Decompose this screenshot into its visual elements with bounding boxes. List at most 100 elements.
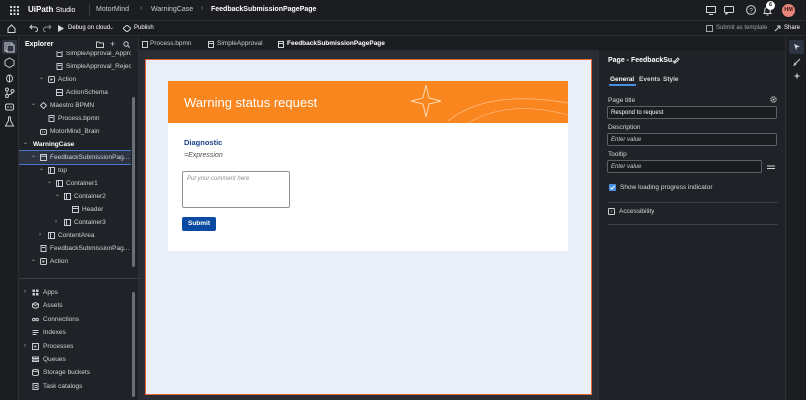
tree-item[interactable]: ⌄ FeedbackSubmissionPag... xyxy=(19,150,131,165)
package-icon[interactable] xyxy=(4,57,15,68)
explorer-tree: SimpleApproval_Approval... SimpleApproval… xyxy=(19,51,131,277)
resource-item[interactable]: Storage buckets xyxy=(19,366,131,379)
tab-events[interactable]: Events xyxy=(639,76,660,83)
page-title-value: Respond to request xyxy=(611,110,664,116)
loading-checkbox[interactable] xyxy=(609,184,616,191)
edit-pencil-icon[interactable] xyxy=(673,57,680,64)
tree-item[interactable]: Header xyxy=(19,203,131,216)
chevron-right-icon[interactable]: › xyxy=(24,289,26,295)
undo-icon[interactable] xyxy=(29,24,38,32)
resources-scrollbar[interactable] xyxy=(132,292,135,397)
cursor-icon[interactable] xyxy=(793,43,801,51)
sparkle-icon[interactable] xyxy=(793,72,801,80)
apps-grid-icon[interactable] xyxy=(10,6,19,15)
search-icon[interactable] xyxy=(123,41,130,48)
chevron-down-icon[interactable]: ⌄ xyxy=(31,100,36,107)
tree-item[interactable]: ⌄ Action xyxy=(19,255,131,268)
bpmn-icon xyxy=(40,102,47,109)
chevron-right-icon[interactable]: › xyxy=(55,219,57,225)
share-button[interactable]: Share xyxy=(774,23,804,34)
explorer-tree-scrollbar[interactable] xyxy=(132,97,135,267)
chevron-down-icon[interactable]: ⌄ xyxy=(39,74,44,81)
breadcrumb-separator: › xyxy=(201,5,204,12)
chevron-down-icon[interactable]: ⌄ xyxy=(31,152,36,159)
redo-icon[interactable] xyxy=(43,24,52,32)
tree-item-label: top xyxy=(58,167,68,174)
tab-process-bpmn[interactable]: Process.bpmn xyxy=(139,37,203,51)
tab-general[interactable]: General xyxy=(610,76,634,83)
resource-item[interactable]: › Processes xyxy=(19,340,131,353)
tree-item[interactable]: ⌄ Action xyxy=(19,73,131,86)
expression-editor-icon[interactable] xyxy=(767,164,775,170)
brush-icon[interactable] xyxy=(793,58,801,66)
preview-header[interactable]: Warning status request xyxy=(168,81,568,123)
resource-item-label: Task catalogs xyxy=(43,382,83,390)
submit-as-template-button[interactable]: Submit as template xyxy=(706,23,770,34)
home-icon[interactable] xyxy=(7,24,16,33)
tree-item[interactable]: MotorMind_Brain xyxy=(19,125,131,138)
chevron-right-icon[interactable]: › xyxy=(24,343,26,349)
description-input[interactable]: Enter value xyxy=(607,133,777,146)
resource-item-label: Connections xyxy=(43,315,80,323)
comment-textarea[interactable]: Put your comment here xyxy=(182,171,290,208)
publish-button[interactable]: Publish xyxy=(121,23,159,34)
help-icon[interactable]: ? xyxy=(746,5,756,15)
resource-item[interactable]: Connections xyxy=(19,313,131,326)
chat-icon[interactable] xyxy=(724,6,734,15)
tab-style[interactable]: Style xyxy=(663,76,679,83)
tree-item-label: WarningCase xyxy=(33,141,75,148)
app-logo: UiPath Studio xyxy=(28,5,75,14)
source-control-icon[interactable] xyxy=(4,87,15,98)
settings-gear-icon[interactable] xyxy=(770,96,777,103)
tab-simple-approval[interactable]: SimpleApproval xyxy=(205,37,273,51)
add-icon[interactable]: + xyxy=(110,39,115,49)
tree-item[interactable]: ⌄ top xyxy=(19,164,131,177)
resource-item-label: Indexes xyxy=(43,329,66,337)
resource-item[interactable]: › Apps xyxy=(19,286,131,299)
chevron-down-icon[interactable]: ⌄ xyxy=(109,24,114,31)
resource-item[interactable]: Assets xyxy=(19,299,131,312)
tree-item[interactable]: Process.bpmn xyxy=(19,112,131,125)
new-folder-icon[interactable] xyxy=(96,41,104,48)
tree-item[interactable]: › ContentArea xyxy=(19,229,131,242)
page-file-icon xyxy=(278,41,284,48)
user-avatar[interactable]: HM xyxy=(782,4,795,17)
tab-feedback-submission-page[interactable]: FeedbackSubmissionPagePage xyxy=(275,37,387,51)
tree-item[interactable]: SimpleApproval_Approval... xyxy=(19,51,131,60)
breadcrumb-current[interactable]: FeedbackSubmissionPagePage xyxy=(211,6,316,13)
files-icon[interactable] xyxy=(4,42,15,53)
tree-item[interactable]: SimpleApproval_RejectB... xyxy=(19,60,131,73)
tree-item[interactable]: ⌄ Maestro BPMN xyxy=(19,99,131,112)
breadcrumb-folder[interactable]: WarningCase xyxy=(151,6,193,13)
debug-rail-icon[interactable] xyxy=(4,72,15,83)
chevron-down-icon[interactable]: ⌄ xyxy=(55,191,60,198)
monitor-icon[interactable] xyxy=(706,6,716,15)
accessibility-section[interactable]: › Accessibility xyxy=(608,207,778,218)
submit-button[interactable]: Submit xyxy=(182,217,216,231)
chevron-down-icon[interactable]: ⌄ xyxy=(23,139,28,146)
diagnostic-label: Diagnostic xyxy=(184,138,223,147)
tree-item-label: Action xyxy=(50,258,69,265)
chevron-down-icon[interactable]: ⌄ xyxy=(39,165,44,172)
tree-item[interactable]: ActionSchema xyxy=(19,86,131,99)
debug-button[interactable]: Debug on cloud ⌄ xyxy=(55,23,117,34)
tree-item[interactable]: ⌄ Container2 xyxy=(19,190,131,203)
page-title-input[interactable]: Respond to request xyxy=(607,106,777,119)
robot-icon[interactable] xyxy=(4,101,15,112)
tree-item[interactable]: › Container3 xyxy=(19,216,131,229)
tree-item[interactable]: ⌄ Container1 xyxy=(19,177,131,190)
explorer-divider[interactable] xyxy=(19,278,139,279)
resource-item[interactable]: Indexes xyxy=(19,326,131,339)
breadcrumb-project[interactable]: MotorMind xyxy=(96,6,129,13)
tooltip-input[interactable]: Enter value xyxy=(607,160,762,173)
tree-item[interactable]: FeedbackSubmissionPag... xyxy=(19,242,131,255)
chevron-down-icon[interactable]: ⌄ xyxy=(31,256,36,263)
flask-icon[interactable] xyxy=(4,116,15,127)
play-icon xyxy=(58,25,64,32)
chevron-down-icon[interactable]: ⌄ xyxy=(47,178,52,185)
resource-item-label: Assets xyxy=(43,302,63,310)
chevron-right-icon[interactable]: › xyxy=(39,232,41,238)
resource-item[interactable]: Queues xyxy=(19,353,131,366)
resource-item[interactable]: Task catalogs xyxy=(19,380,131,393)
tree-item[interactable]: ⌄ WarningCase xyxy=(19,138,131,151)
